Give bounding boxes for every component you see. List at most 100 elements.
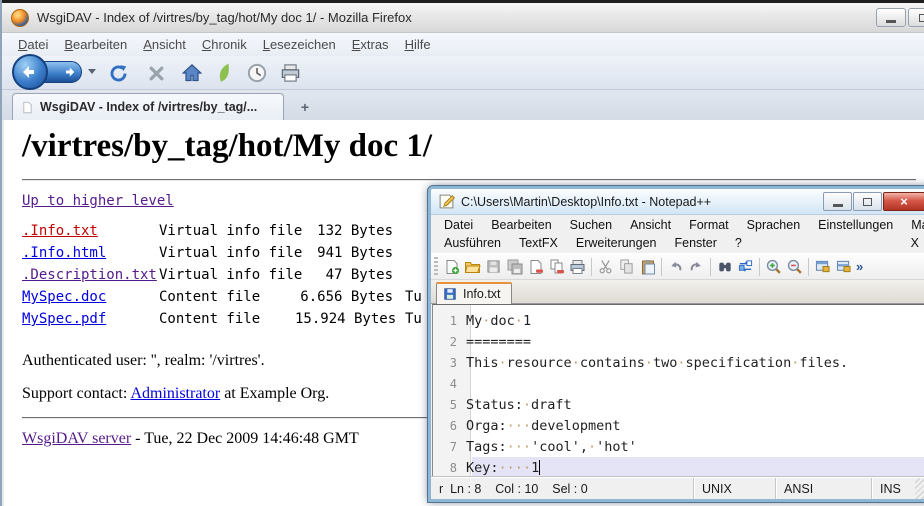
np-menu-item[interactable]: Erweiterungen [567, 236, 666, 250]
print-button[interactable] [278, 61, 302, 85]
support-suffix: at Example Org. [220, 385, 329, 402]
status-eol-format[interactable]: UNIX [693, 478, 775, 499]
wsgidav-server-link[interactable]: WsgiDAV server [22, 430, 131, 447]
minimize-button[interactable] [876, 8, 906, 27]
np-menu-item[interactable]: Ansicht [621, 218, 680, 232]
new-file-button[interactable] [441, 257, 462, 277]
forward-button[interactable] [42, 61, 82, 83]
sync-horizontal-scroll-button[interactable] [833, 257, 854, 277]
line-number: 6 [433, 419, 466, 433]
clock-button[interactable] [245, 61, 269, 85]
editor-line[interactable]: 1My·doc·1 [433, 310, 924, 331]
notepadpp-titlebar[interactable]: C:\Users\Martin\Desktop\Info.txt - Notep… [431, 189, 924, 215]
maximize-button[interactable] [908, 8, 924, 27]
np-menu-item[interactable]: Einstellungen [809, 218, 902, 232]
editor-line[interactable]: 2======== [433, 331, 924, 352]
np-menu-item[interactable]: Bearbeiten [482, 218, 560, 232]
up-to-higher-level-link[interactable]: Up to higher level [22, 193, 174, 209]
stop-button[interactable] [144, 61, 168, 85]
sync-vertical-scroll-button[interactable] [812, 257, 833, 277]
np-menu-item[interactable]: TextFX [510, 236, 567, 250]
administrator-link[interactable]: Administrator [130, 385, 220, 402]
notepadpp-app-icon [438, 193, 455, 210]
new-tab-button[interactable]: + [292, 97, 318, 117]
file-link[interactable]: .Info.txt [22, 223, 159, 239]
menu-item[interactable]: Hilfe [397, 35, 439, 54]
toolbar-separator [591, 258, 592, 276]
resize-grip[interactable] [915, 478, 924, 499]
history-dropdown-icon[interactable] [88, 69, 96, 74]
addon-leaf-button[interactable] [212, 61, 236, 85]
menu-item[interactable]: Extras [344, 35, 397, 54]
zoom-in-button[interactable] [763, 257, 784, 277]
np-minimize-button[interactable] [823, 192, 852, 211]
cut-button-disabled[interactable] [595, 257, 616, 277]
np-menu-item[interactable]: Fenster [666, 236, 726, 250]
np-menu-item[interactable]: Makro [902, 218, 924, 232]
status-insert-mode[interactable]: INS [871, 478, 915, 499]
menu-item[interactable]: Ansicht [135, 35, 194, 54]
forward-icon [63, 66, 75, 78]
editor-lines[interactable]: 1My·doc·12========3This·resource·contain… [433, 305, 924, 495]
window-lock-icon [814, 259, 831, 274]
file-link[interactable]: MySpec.pdf [22, 311, 159, 327]
divider [22, 179, 916, 181]
np-close-button[interactable]: × [883, 192, 924, 211]
reload-button[interactable] [106, 61, 130, 85]
firefox-titlebar[interactable]: WsgiDAV - Index of /virtres/by_tag/hot/M… [2, 3, 924, 33]
np-menu-item[interactable]: Sprachen [738, 218, 810, 232]
toolbar-overflow-button[interactable]: » [856, 259, 863, 274]
tab-wsgidav[interactable]: WsgiDAV - Index of /virtres/by_tag/... [12, 93, 284, 120]
np-menu-item[interactable]: Format [680, 218, 738, 232]
line-text: Status:·draft [466, 397, 572, 413]
editor-line[interactable]: 3This·resource·contains·two·specificatio… [433, 352, 924, 373]
back-button[interactable] [12, 54, 48, 90]
open-file-button[interactable] [462, 257, 483, 277]
np-menu-item[interactable]: Ausführen [435, 236, 510, 250]
replace-button[interactable] [735, 257, 756, 277]
status-encoding[interactable]: ANSI [775, 478, 871, 499]
tab-info-txt[interactable]: Info.txt [436, 282, 512, 304]
file-size: 132 Bytes [295, 223, 393, 239]
notepadpp-window-title: C:\Users\Martin\Desktop\Info.txt - Notep… [461, 195, 711, 209]
paste-icon [640, 259, 656, 275]
file-link[interactable]: .Description.txt [22, 267, 159, 283]
paste-button[interactable] [637, 257, 658, 277]
save-all-button-disabled[interactable] [504, 257, 525, 277]
np-menu-item[interactable]: ? [726, 236, 751, 250]
save-button-disabled[interactable] [483, 257, 504, 277]
maximize-icon [919, 14, 924, 22]
document-tabbar: Info.txt [431, 280, 924, 304]
home-button[interactable] [180, 61, 204, 85]
notepadpp-menubar: DateiBearbeitenSuchenAnsichtFormatSprach… [431, 215, 924, 253]
editor-line[interactable]: 4 [433, 373, 924, 394]
file-type: Virtual info file [159, 267, 295, 283]
editor-line[interactable]: 5Status:·draft [433, 394, 924, 415]
file-link[interactable]: MySpec.doc [22, 289, 159, 305]
close-all-button[interactable] [546, 257, 567, 277]
zoom-out-button[interactable] [784, 257, 805, 277]
home-icon [182, 63, 202, 83]
np-menu-item[interactable]: Suchen [561, 218, 621, 232]
menu-item[interactable]: Datei [10, 35, 56, 54]
document-close-x[interactable]: X [911, 236, 919, 250]
line-number: 8 [433, 461, 466, 475]
copy-icon [619, 259, 634, 274]
np-restore-button[interactable] [853, 192, 882, 211]
close-file-button[interactable] [525, 257, 546, 277]
menu-item[interactable]: Bearbeiten [56, 35, 135, 54]
find-button[interactable] [714, 257, 735, 277]
file-link[interactable]: .Info.html [22, 245, 159, 261]
np-menu-item[interactable]: Datei [435, 218, 482, 232]
redo-button[interactable] [686, 257, 707, 277]
editor-area[interactable]: 1My·doc·12========3This·resource·contain… [432, 304, 924, 496]
print-icon [569, 259, 586, 275]
editor-line[interactable]: 6Orga:···development [433, 415, 924, 436]
editor-line[interactable]: 7Tags:···'cool',·'hot' [433, 436, 924, 457]
undo-button[interactable] [665, 257, 686, 277]
print-button-np[interactable] [567, 257, 588, 277]
editor-line[interactable]: 8Key:····1 [433, 457, 924, 478]
copy-button-disabled[interactable] [616, 257, 637, 277]
menu-item[interactable]: Lesezeichen [255, 35, 344, 54]
menu-item[interactable]: Chronik [194, 35, 255, 54]
